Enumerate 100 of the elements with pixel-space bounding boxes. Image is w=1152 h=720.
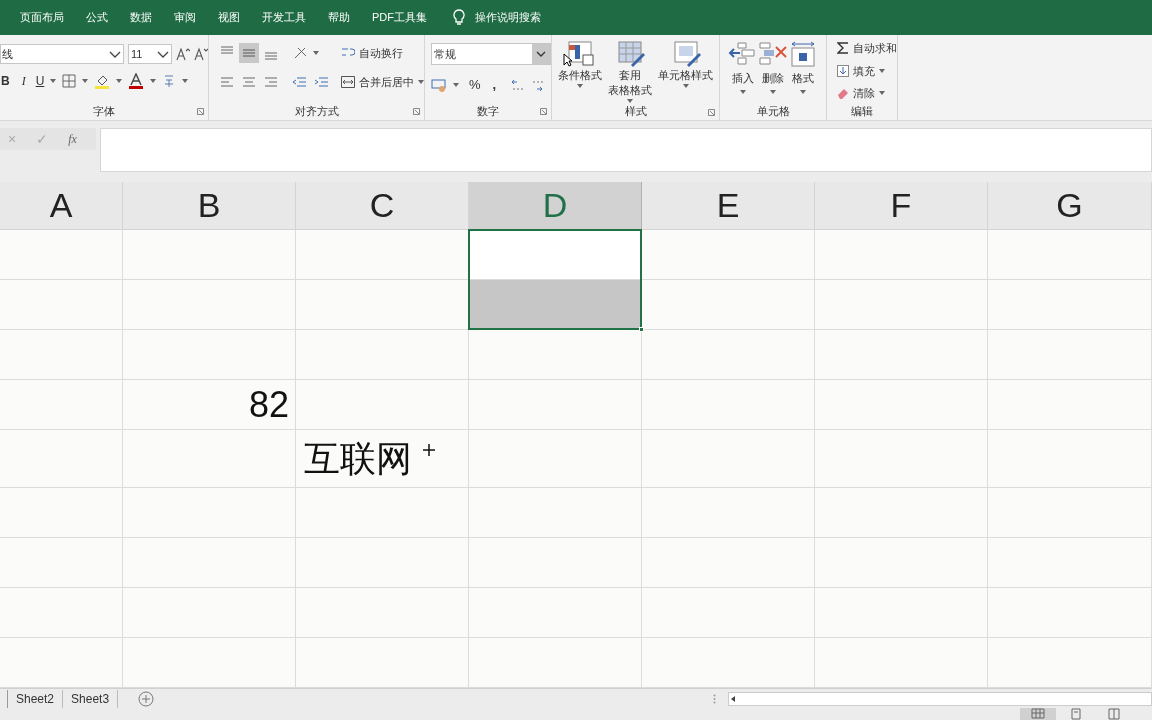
italic-button[interactable]: I <box>21 72 26 90</box>
increase-indent-icon[interactable] <box>313 75 329 89</box>
underline-button[interactable]: U <box>35 72 45 90</box>
ribbon-button[interactable]: 格式 <box>788 41 818 102</box>
comma-button[interactable]: , <box>492 75 497 95</box>
caret-icon[interactable] <box>879 91 885 96</box>
orientation-icon[interactable] <box>293 46 309 60</box>
dialog-launcher-icon[interactable] <box>540 108 547 115</box>
number-format-text: 常规 <box>433 46 456 62</box>
caret-icon <box>627 99 633 103</box>
menu-tab[interactable]: 公式 <box>86 9 108 26</box>
format-cells-icon <box>788 41 818 67</box>
caret-icon <box>770 89 776 94</box>
column-header[interactable]: A <box>0 182 123 230</box>
currency-icon[interactable] <box>431 77 447 92</box>
align-right-icon[interactable] <box>263 75 279 89</box>
caret-icon[interactable] <box>150 79 157 83</box>
decrease-indent-icon[interactable] <box>291 75 307 89</box>
font-name-field[interactable]: 线 <box>0 44 124 64</box>
sheet-tab[interactable]: Sheet2 <box>8 689 64 708</box>
horizontal-scrollbar[interactable] <box>728 691 1152 706</box>
table-cell: 82 <box>123 380 296 430</box>
menu-tab[interactable]: PDF工具集 <box>372 9 427 26</box>
ribbon-button[interactable]: 单元格样式 <box>658 41 713 103</box>
selected-cell[interactable] <box>469 280 642 330</box>
menu-tab[interactable]: 数据 <box>130 9 152 26</box>
merge-center-button[interactable]: 合并后居中 <box>359 73 414 90</box>
autosum-button[interactable]: 自动求和 <box>853 40 897 57</box>
selected-cell[interactable] <box>469 230 642 280</box>
caret-icon[interactable] <box>879 68 885 73</box>
menu-tab[interactable]: 帮助 <box>328 9 350 26</box>
caret-icon <box>800 89 806 94</box>
formula-field[interactable] <box>100 128 1152 172</box>
borders-icon[interactable] <box>62 74 77 88</box>
caret-icon[interactable] <box>418 79 424 84</box>
column-header[interactable]: E <box>642 182 815 230</box>
font-name-text: 线 <box>2 46 13 62</box>
dialog-launcher-icon[interactable] <box>413 108 420 115</box>
align-middle-icon[interactable] <box>239 43 259 63</box>
menu-tab[interactable]: 审阅 <box>174 9 196 26</box>
normal-view-icon[interactable] <box>1029 708 1047 720</box>
lightbulb-icon[interactable] <box>453 9 465 26</box>
menu-tab[interactable]: 视图 <box>218 9 240 26</box>
caret-icon[interactable] <box>82 79 89 83</box>
fill-down-icon[interactable] <box>837 64 849 77</box>
caret-icon[interactable] <box>50 79 57 83</box>
conditional-format-icon <box>565 41 595 67</box>
eraser-icon[interactable] <box>837 87 849 100</box>
caret-icon[interactable] <box>182 79 189 83</box>
menu-tab[interactable]: 页面布局 <box>20 9 64 26</box>
align-left-icon[interactable] <box>219 75 235 89</box>
fill-button[interactable]: 填充 <box>853 62 875 79</box>
ribbon-button[interactable]: 插入 <box>728 41 758 102</box>
sheet-tab[interactable]: Sheet3 <box>63 689 119 708</box>
column-header[interactable]: C <box>296 182 469 230</box>
font-color-icon[interactable] <box>128 73 145 89</box>
scroll-left-icon[interactable] <box>729 694 737 703</box>
chevron-down-icon <box>536 51 546 57</box>
fill-color-icon[interactable] <box>94 73 111 89</box>
insert-cells-icon <box>728 41 758 67</box>
menu-tab[interactable]: 开发工具 <box>262 9 306 26</box>
tell-me-search[interactable]: 操作说明搜索 <box>475 9 541 26</box>
splitter-icon[interactable] <box>713 693 716 704</box>
column-header[interactable]: G <box>988 182 1152 230</box>
view-button[interactable] <box>1020 708 1056 720</box>
wrap-text-button[interactable]: 自动换行 <box>359 45 403 62</box>
align-center-icon[interactable] <box>241 75 257 89</box>
font-size-field[interactable]: 11 <box>128 44 172 64</box>
chevron-down-icon[interactable] <box>157 50 169 58</box>
group-label: 样式 <box>624 104 647 120</box>
column-header[interactable]: B <box>123 182 296 230</box>
percent-button[interactable]: % <box>469 75 481 95</box>
add-sheet-icon[interactable] <box>138 690 155 707</box>
ribbon-button[interactable]: 套用 表格格式 <box>608 41 652 103</box>
table-format-icon <box>615 41 645 67</box>
dropdown-button[interactable] <box>532 44 550 64</box>
group-label: 对齐方式 <box>294 103 339 119</box>
column-header[interactable]: D <box>469 182 642 230</box>
merge-center-icon[interactable] <box>341 75 355 88</box>
caret-icon[interactable] <box>453 82 459 87</box>
caret-icon[interactable] <box>313 51 319 55</box>
decrease-font-icon[interactable] <box>194 47 208 61</box>
dialog-launcher-icon[interactable] <box>708 109 715 116</box>
page-break-icon[interactable] <box>1105 708 1123 720</box>
caret-icon <box>682 84 689 88</box>
ribbon-button[interactable]: 删除 <box>758 41 788 102</box>
table-cell: 互联网 <box>296 430 469 488</box>
increase-decimal-icon[interactable] <box>510 77 525 92</box>
dialog-launcher-icon[interactable] <box>197 108 204 115</box>
bold-button[interactable]: B <box>1 72 10 90</box>
insert-function-button[interactable]: fx <box>68 130 77 148</box>
increase-font-icon[interactable] <box>176 47 190 61</box>
group-label: 单元格 <box>756 103 790 119</box>
sigma-icon[interactable] <box>837 42 849 55</box>
number-format-field[interactable]: 常规 <box>431 43 551 65</box>
clear-button[interactable]: 清除 <box>853 85 875 102</box>
crosshair-cursor-icon <box>422 443 436 457</box>
caret-icon[interactable] <box>116 79 123 83</box>
chevron-down-icon[interactable] <box>109 50 121 58</box>
column-header[interactable]: F <box>815 182 988 230</box>
